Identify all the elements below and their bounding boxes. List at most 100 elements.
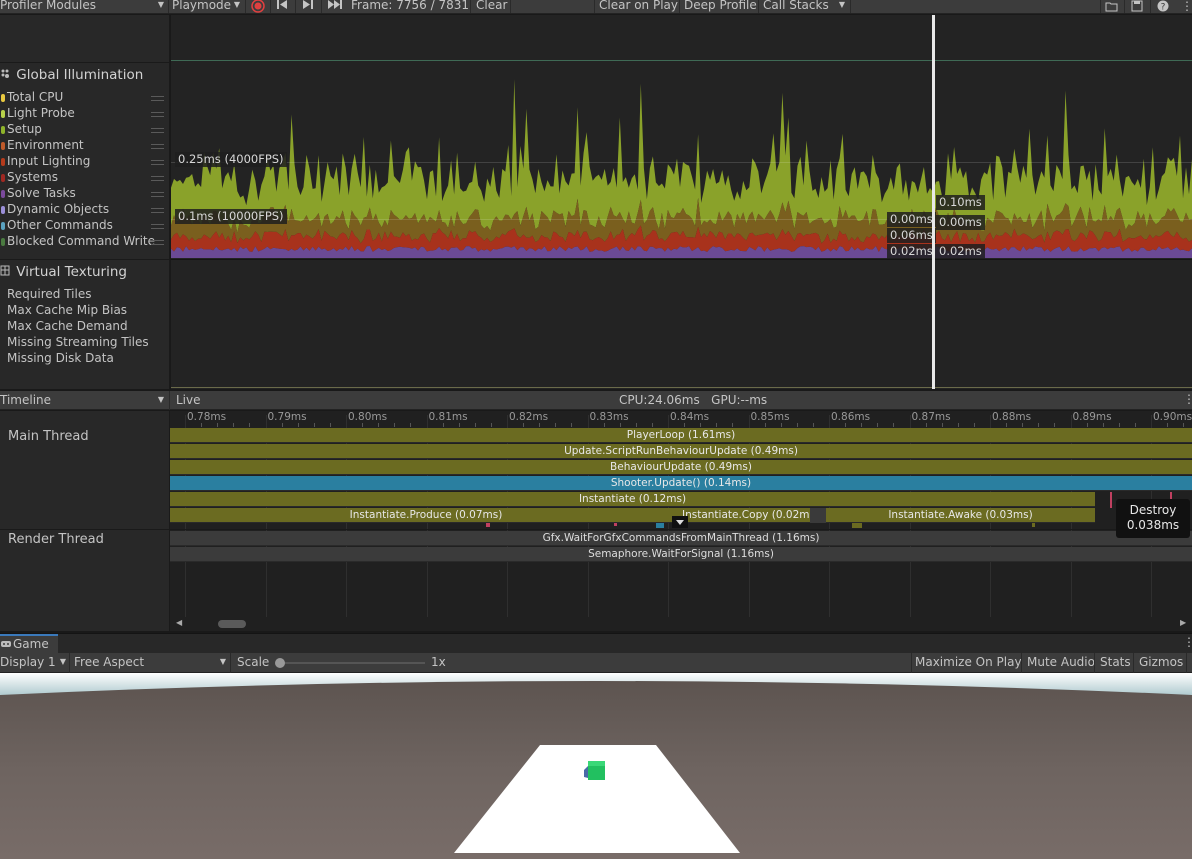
selected-frame-marker[interactable] bbox=[932, 15, 935, 389]
mute-audio-toggle[interactable]: Mute Audio bbox=[1027, 655, 1095, 669]
series-label: Solve Tasks bbox=[7, 186, 76, 200]
clear-on-play-toggle[interactable]: Clear on Play bbox=[599, 0, 678, 13]
selection-value-label: 0.02ms bbox=[887, 244, 936, 259]
drag-handle-icon[interactable] bbox=[151, 192, 164, 197]
sample-gfx-wait[interactable]: Gfx.WaitForGfxCommandsFromMainThread (1.… bbox=[170, 531, 1192, 546]
maximize-on-play-toggle[interactable]: Maximize On Play bbox=[915, 655, 1022, 669]
virtual-texturing-chart[interactable] bbox=[171, 259, 1192, 389]
save-icon bbox=[1131, 0, 1143, 12]
sample-instantiate[interactable]: Instantiate (0.12ms) bbox=[170, 492, 1095, 507]
playmode-dropdown[interactable]: Playmode ▼ bbox=[172, 0, 242, 13]
save-button[interactable] bbox=[1131, 0, 1143, 13]
global-illumination-chart[interactable]: 0.25ms (4000FPS) 0.1ms (10000FPS) 0.00ms… bbox=[171, 62, 1192, 259]
series-color-swatch bbox=[1, 174, 5, 182]
gi-series-item[interactable]: Solve Tasks bbox=[1, 186, 76, 200]
clear-button[interactable]: Clear bbox=[476, 0, 507, 13]
series-color-swatch bbox=[1, 110, 5, 118]
time-tick-label: 0.80ms bbox=[348, 411, 388, 423]
time-tick-label: 0.78ms bbox=[187, 411, 227, 423]
drag-handle-icon[interactable] bbox=[151, 144, 164, 149]
series-color-swatch bbox=[1, 190, 5, 198]
sample-update-script-run-behaviour-update[interactable]: Update.ScriptRunBehaviourUpdate (0.49ms) bbox=[170, 444, 1192, 459]
game-toolbar: Display 1 ▼ Free Aspect ▼ Scale 1x Maxim… bbox=[0, 653, 1192, 673]
current-frame-button[interactable] bbox=[327, 0, 345, 13]
deep-profile-toggle[interactable]: Deep Profile bbox=[684, 0, 757, 13]
series-label: Max Cache Demand bbox=[7, 319, 128, 333]
view-mode-dropdown[interactable]: Timeline ▼ bbox=[0, 393, 168, 407]
sample-player-loop[interactable]: PlayerLoop (1.61ms) bbox=[170, 428, 1192, 443]
vt-series-item[interactable]: Max Cache Mip Bias bbox=[7, 303, 127, 317]
gi-series-item[interactable]: Systems bbox=[1, 170, 58, 184]
display-dropdown[interactable]: Display 1 ▼ bbox=[0, 655, 68, 669]
selection-value-label: 0.00ms bbox=[887, 212, 936, 227]
drag-handle-icon[interactable] bbox=[151, 96, 164, 101]
scrollbar-thumb[interactable] bbox=[218, 620, 246, 628]
drag-handle-icon[interactable] bbox=[151, 160, 164, 165]
scale-slider-thumb[interactable] bbox=[275, 658, 285, 668]
scale-slider[interactable] bbox=[280, 662, 425, 664]
stats-toggle[interactable]: Stats bbox=[1100, 655, 1131, 669]
more-options-icon[interactable]: ⋮ bbox=[1183, 635, 1192, 649]
record-button[interactable] bbox=[248, 0, 268, 13]
game-viewport[interactable] bbox=[0, 673, 1192, 859]
more-options-icon[interactable]: ⋮ bbox=[1181, 0, 1192, 13]
gridline-label-025ms: 0.25ms (4000FPS) bbox=[175, 152, 287, 167]
scroll-right-arrow-icon[interactable]: ▶ bbox=[1180, 618, 1186, 627]
live-toggle[interactable]: Live bbox=[176, 393, 201, 407]
drag-handle-icon[interactable] bbox=[151, 208, 164, 213]
load-button[interactable] bbox=[1105, 0, 1119, 13]
scroll-left-arrow-icon[interactable]: ◀ bbox=[176, 618, 182, 627]
series-label: Max Cache Mip Bias bbox=[7, 303, 128, 317]
expand-arrow-icon[interactable] bbox=[672, 516, 688, 528]
gi-series-item[interactable]: Environment bbox=[1, 138, 84, 152]
module-global-illumination[interactable]: Global Illumination bbox=[0, 67, 143, 83]
timeline-view[interactable]: 0.78ms 0.79ms 0.80ms 0.81ms 0.82ms 0.83ms 0.84… bbox=[170, 411, 1192, 631]
series-color-swatch bbox=[1, 142, 5, 150]
gi-series-item[interactable]: Total CPU bbox=[1, 90, 63, 104]
main-thread-label[interactable]: Main Thread bbox=[8, 429, 89, 444]
sample-behaviour-update[interactable]: BehaviourUpdate (0.49ms) bbox=[170, 460, 1192, 475]
series-label: Missing Disk Data bbox=[7, 351, 114, 365]
sample-semaphore-wait[interactable]: Semaphore.WaitForSignal (1.16ms) bbox=[170, 547, 1192, 562]
drag-handle-icon[interactable] bbox=[151, 224, 164, 229]
next-frame-button[interactable] bbox=[302, 0, 316, 13]
call-stacks-dropdown[interactable]: Call Stacks ▼ bbox=[763, 0, 849, 13]
gi-series-item[interactable]: Dynamic Objects bbox=[1, 202, 109, 216]
vt-series-item[interactable]: Missing Streaming Tiles bbox=[7, 335, 149, 349]
sample-instantiate-copy[interactable]: Instantiate.Copy (0.02ms) bbox=[682, 508, 810, 523]
previous-frame-button[interactable] bbox=[276, 0, 290, 13]
series-color-swatch bbox=[1, 126, 5, 134]
drag-handle-icon[interactable] bbox=[151, 240, 164, 245]
gi-series-item[interactable]: Blocked Command Write bbox=[1, 234, 155, 248]
tab-game-label: Game bbox=[13, 637, 49, 651]
more-options-icon[interactable]: ⋮ bbox=[1183, 392, 1192, 406]
gi-series-item[interactable]: Setup bbox=[1, 122, 42, 136]
drag-handle-icon[interactable] bbox=[151, 112, 164, 117]
aspect-dropdown[interactable]: Free Aspect ▼ bbox=[74, 655, 228, 669]
sample-instantiate-awake[interactable]: Instantiate.Awake (0.03ms) bbox=[826, 508, 1095, 523]
step-forward-icon bbox=[303, 0, 313, 9]
sample-instantiate-produce[interactable]: Instantiate.Produce (0.07ms) bbox=[170, 508, 682, 523]
gi-series-item[interactable]: Light Probe bbox=[1, 106, 75, 120]
series-label: Required Tiles bbox=[7, 287, 92, 301]
vt-series-item[interactable]: Required Tiles bbox=[7, 287, 92, 301]
vt-series-item[interactable]: Missing Disk Data bbox=[7, 351, 114, 365]
render-thread-label[interactable]: Render Thread bbox=[8, 532, 104, 547]
timeline-toolbar: Timeline ▼ Live CPU:24.06ms GPU:--ms ⋮ bbox=[0, 390, 1192, 410]
drag-handle-icon[interactable] bbox=[151, 128, 164, 133]
sample-shooter-update[interactable]: Shooter.Update() (0.14ms) bbox=[170, 476, 1192, 491]
gizmos-toggle[interactable]: Gizmos bbox=[1139, 655, 1183, 669]
cpu-gpu-time: CPU:24.06ms GPU:--ms bbox=[619, 393, 768, 407]
drag-handle-icon[interactable] bbox=[151, 176, 164, 181]
gi-series-item[interactable]: Input Lighting bbox=[1, 154, 90, 168]
gi-series-item[interactable]: Other Commands bbox=[1, 218, 113, 232]
profiler-modules-dropdown[interactable]: Profiler Modules ▼ bbox=[0, 0, 168, 13]
tab-game[interactable]: Game bbox=[0, 634, 58, 653]
help-button[interactable]: ? bbox=[1157, 0, 1169, 13]
previous-module-chart[interactable] bbox=[171, 15, 1192, 62]
record-icon bbox=[251, 0, 265, 13]
horizontal-scrollbar[interactable]: ◀ ▶ bbox=[170, 617, 1192, 631]
module-virtual-texturing[interactable]: Virtual Texturing bbox=[0, 264, 127, 280]
vt-series-item[interactable]: Max Cache Demand bbox=[7, 319, 128, 333]
time-tick-label: 0.85ms bbox=[750, 411, 790, 423]
